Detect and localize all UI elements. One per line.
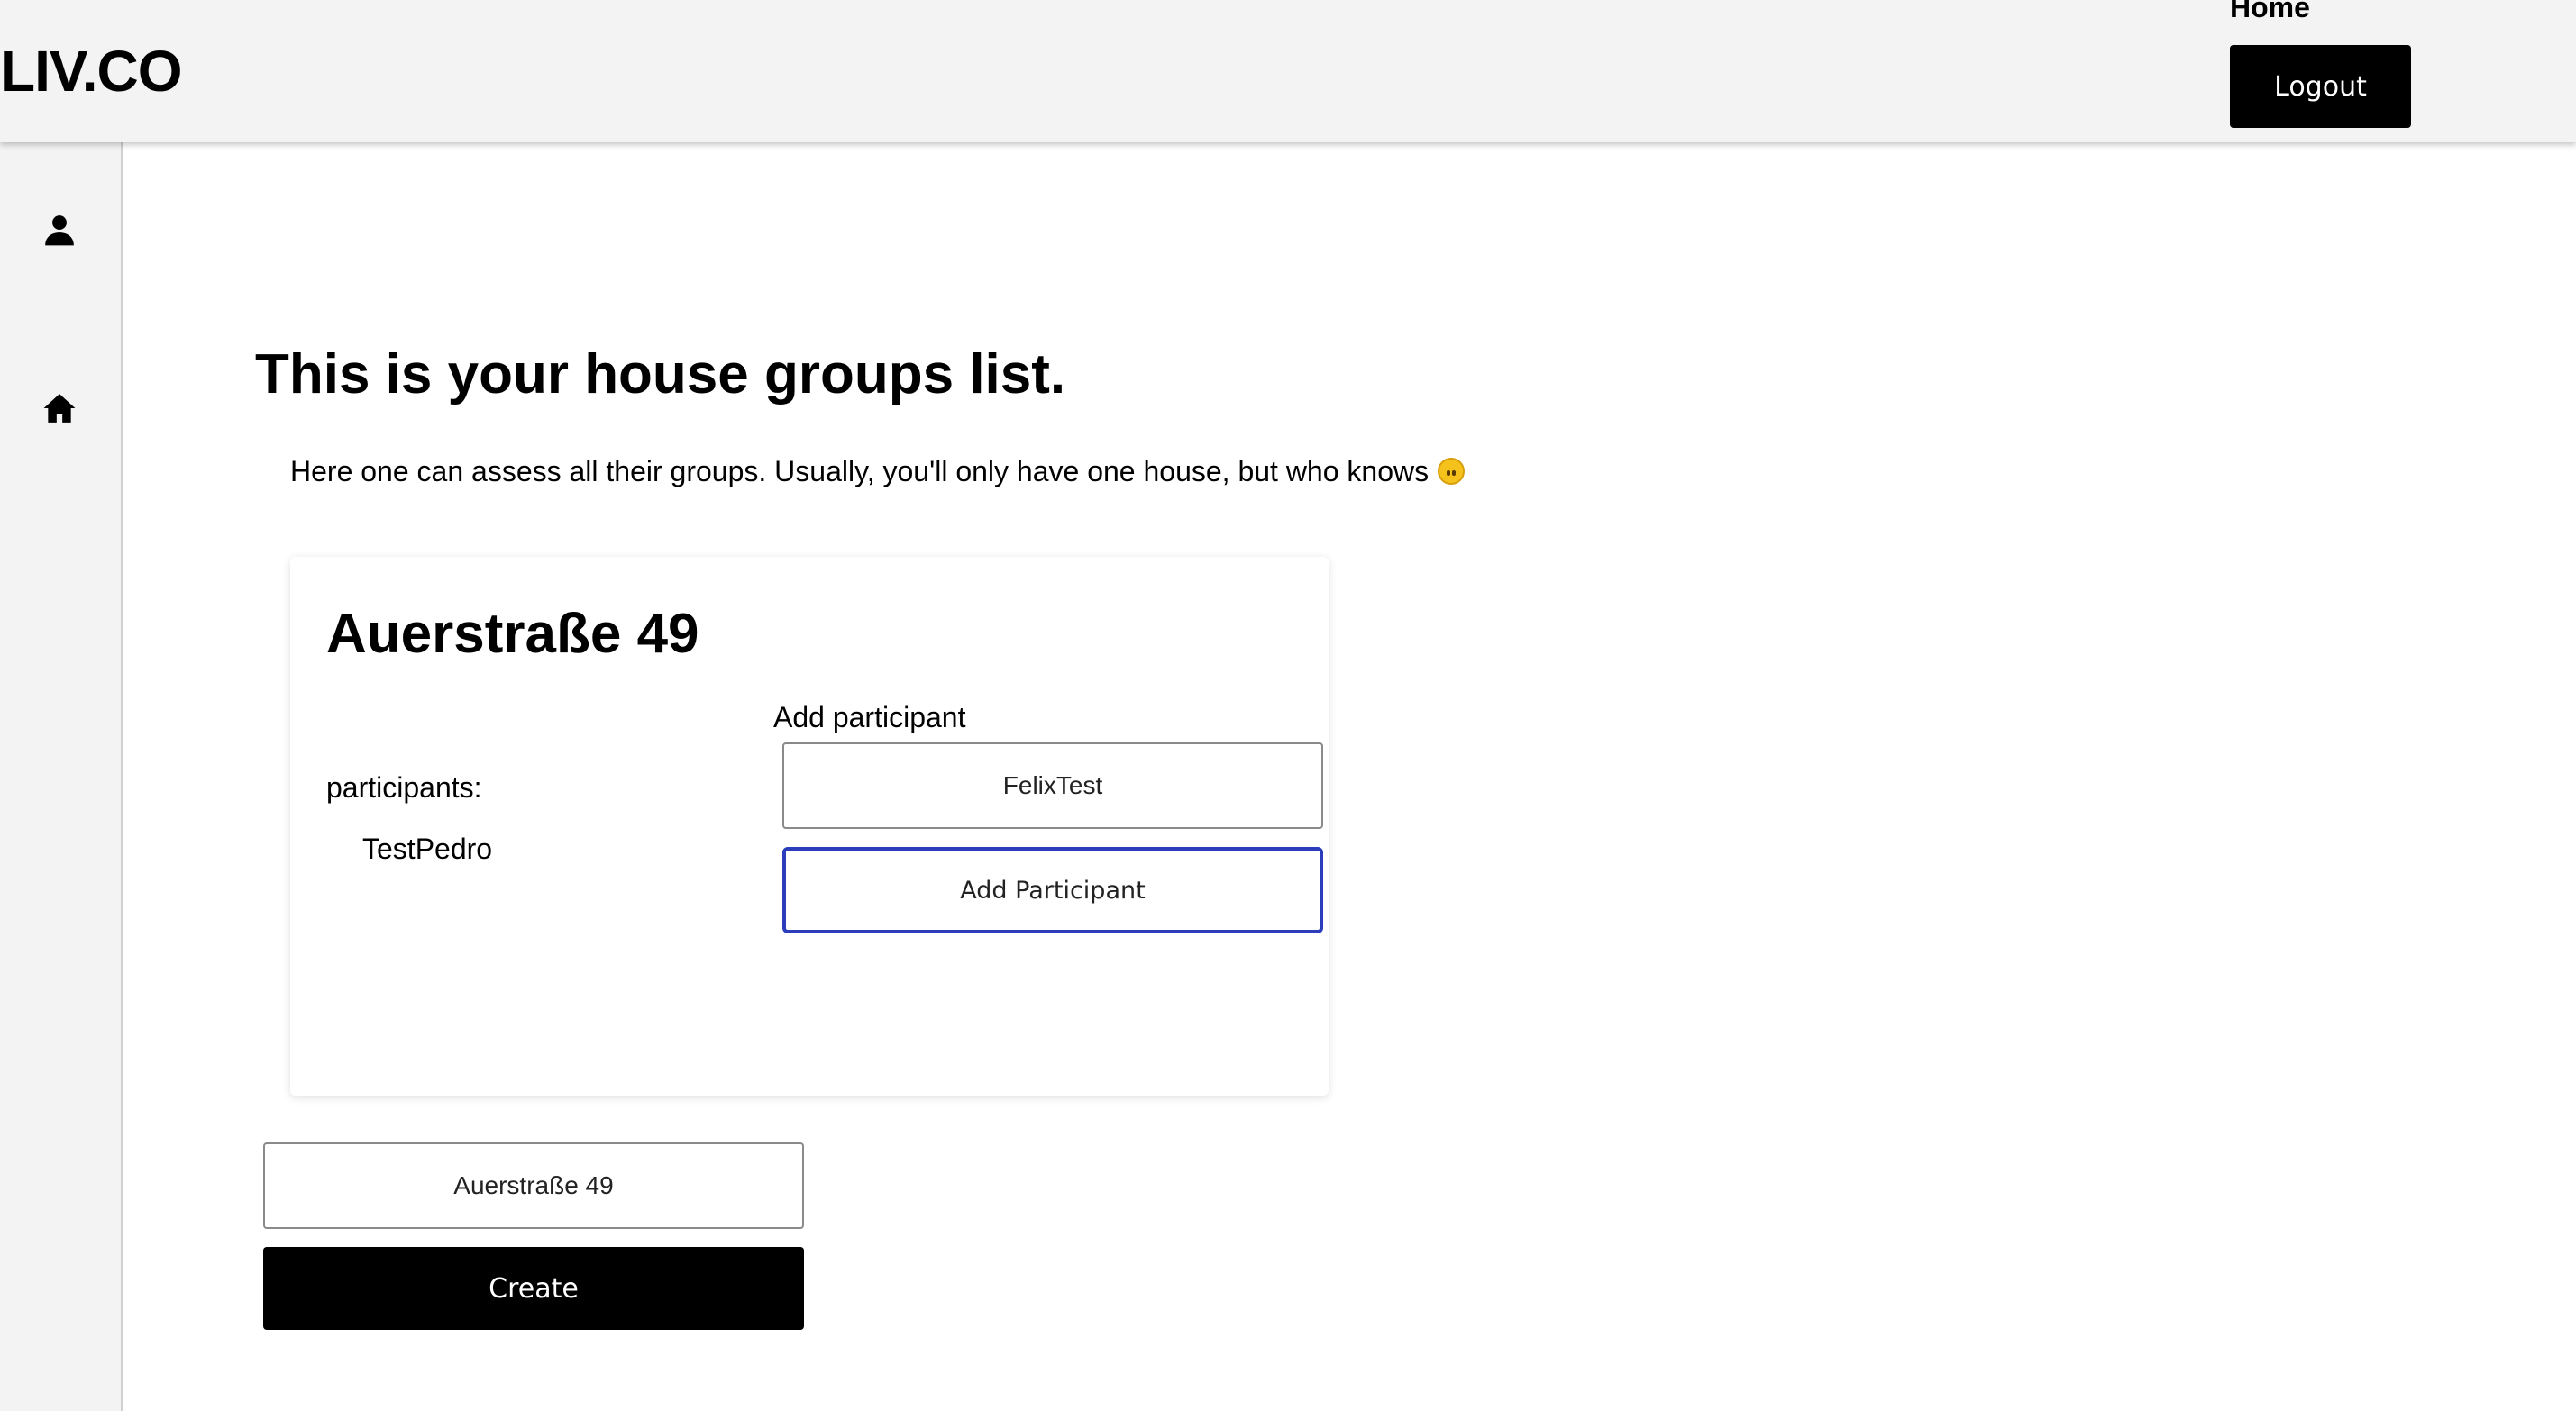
home-icon[interactable]	[42, 391, 77, 425]
sidebar	[0, 142, 123, 1411]
participant-item: TestPedro	[362, 833, 493, 865]
logout-button[interactable]: Logout	[2230, 45, 2411, 128]
top-header: LIV.CO Home Logout	[0, 0, 2576, 142]
add-participant-button[interactable]: Add Participant	[782, 847, 1323, 933]
brand-logo[interactable]: LIV.CO	[0, 38, 182, 105]
group-name-input[interactable]	[263, 1142, 804, 1229]
page-title: This is your house groups list.	[255, 343, 1066, 405]
user-icon-glyph	[45, 215, 74, 246]
page-subtitle-text: Here one can assess all their groups. Us…	[290, 455, 1430, 487]
create-group-button[interactable]: Create	[263, 1247, 804, 1330]
participant-name-input[interactable]	[782, 742, 1323, 829]
add-participant-label: Add participant	[773, 701, 966, 733]
nav-link-home[interactable]: Home	[2230, 0, 2310, 23]
home-icon-glyph	[43, 394, 76, 423]
group-card: Auerstraße 49 participants: TestPedro Ad…	[290, 557, 1329, 1096]
upside-down-face-emoji-icon	[1438, 458, 1466, 485]
group-name: Auerstraße 49	[326, 603, 699, 665]
page-subtitle: Here one can assess all their groups. Us…	[290, 452, 1466, 490]
user-icon[interactable]	[42, 213, 77, 247]
participants-label: participants:	[326, 771, 482, 804]
